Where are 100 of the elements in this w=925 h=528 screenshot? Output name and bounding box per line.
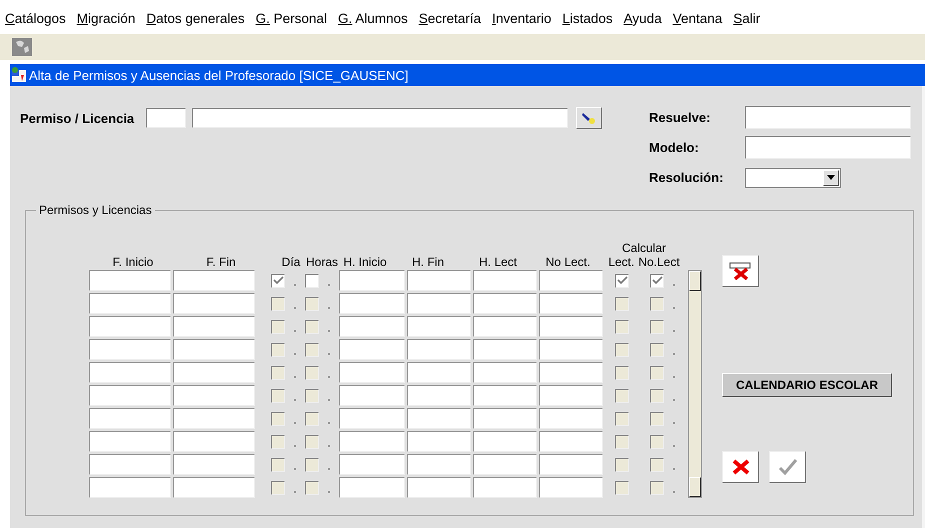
menu-item[interactable]: Salir — [733, 11, 760, 24]
menu-item[interactable]: Ayuda — [624, 11, 662, 24]
date-field[interactable] — [89, 431, 171, 452]
menu-item[interactable]: G. Personal — [256, 11, 327, 24]
date-field[interactable] — [89, 362, 171, 383]
time-field[interactable] — [339, 431, 405, 452]
hours-field[interactable] — [539, 431, 603, 452]
time-field[interactable] — [407, 477, 471, 498]
time-field[interactable] — [339, 385, 405, 406]
hours-field[interactable] — [473, 385, 537, 406]
field-label: Modelo: — [649, 140, 699, 155]
date-field[interactable] — [89, 339, 171, 360]
hours-field[interactable] — [473, 339, 537, 360]
description-field[interactable] — [192, 108, 568, 128]
menu-item[interactable]: Migración — [76, 11, 136, 24]
delete-record-button[interactable] — [722, 255, 759, 287]
time-field[interactable] — [407, 431, 471, 452]
time-field[interactable] — [339, 316, 405, 337]
hours-field[interactable] — [473, 293, 537, 314]
list-button[interactable] — [576, 107, 602, 129]
date-field[interactable] — [89, 454, 171, 475]
menu-item[interactable]: Catálogos — [5, 11, 66, 24]
time-field[interactable] — [407, 270, 471, 291]
date-field[interactable] — [89, 293, 171, 314]
field-label: Permiso / Licencia — [20, 110, 134, 126]
hours-field[interactable] — [539, 316, 603, 337]
date-field[interactable] — [173, 293, 255, 314]
hours-field[interactable] — [473, 362, 537, 383]
hours-field[interactable] — [539, 477, 603, 498]
date-field[interactable] — [173, 362, 255, 383]
column-header: Horas — [305, 255, 337, 269]
resolucion-dropdown[interactable] — [745, 168, 841, 188]
hours-field[interactable] — [539, 339, 603, 360]
time-field[interactable] — [339, 408, 405, 429]
calendar-button[interactable]: CALENDARIO ESCOLAR — [722, 373, 892, 397]
column-header: H. Lect — [478, 255, 518, 269]
delete-record-icon — [728, 262, 752, 280]
hours-field[interactable] — [473, 454, 537, 475]
date-field[interactable] — [89, 385, 171, 406]
date-field[interactable] — [173, 339, 255, 360]
date-field[interactable] — [173, 408, 255, 429]
globe-icon[interactable] — [12, 38, 32, 56]
time-field[interactable] — [407, 339, 471, 360]
modelo-field[interactable] — [745, 136, 911, 159]
time-field[interactable] — [339, 339, 405, 360]
hours-field[interactable] — [539, 293, 603, 314]
menu-item[interactable]: Inventario — [492, 11, 552, 24]
date-field[interactable] — [173, 316, 255, 337]
time-field[interactable] — [339, 270, 405, 291]
date-field[interactable] — [173, 385, 255, 406]
menu-item[interactable]: Ventana — [672, 11, 722, 24]
column-group-header: Calcular — [622, 241, 666, 255]
hours-field[interactable] — [539, 270, 603, 291]
hours-field[interactable] — [539, 385, 603, 406]
scrollbar[interactable] — [688, 270, 702, 498]
date-field[interactable] — [89, 477, 171, 498]
date-field[interactable] — [173, 270, 255, 291]
checkbox[interactable] — [305, 274, 319, 288]
time-field[interactable] — [407, 293, 471, 314]
date-field[interactable] — [173, 477, 255, 498]
date-field[interactable] — [89, 316, 171, 337]
window-title: Alta de Permisos y Ausencias del Profesorado [SICE_GAUSENC] — [29, 68, 408, 82]
field-label: Resuelve: — [649, 110, 710, 125]
checkbox[interactable] — [650, 274, 664, 288]
time-field[interactable] — [339, 454, 405, 475]
app-icon — [11, 67, 27, 83]
date-field[interactable] — [89, 408, 171, 429]
time-field[interactable] — [407, 454, 471, 475]
time-field[interactable] — [339, 362, 405, 383]
code-field[interactable] — [146, 108, 186, 128]
hours-field[interactable] — [473, 270, 537, 291]
hours-field[interactable] — [539, 408, 603, 429]
hours-field[interactable] — [539, 362, 603, 383]
checkbox[interactable] — [615, 274, 629, 288]
date-field[interactable] — [173, 431, 255, 452]
menu-item[interactable]: G. Alumnos — [338, 11, 408, 24]
menu-item[interactable]: Listados — [562, 11, 613, 24]
menu-item[interactable]: Secretaría — [418, 11, 482, 24]
time-field[interactable] — [407, 362, 471, 383]
cancel-button[interactable] — [722, 451, 759, 483]
time-field[interactable] — [339, 293, 405, 314]
field-label: Resolución: — [649, 170, 724, 185]
time-field[interactable] — [407, 385, 471, 406]
close-icon — [732, 459, 750, 475]
date-field[interactable] — [89, 270, 171, 291]
hours-field[interactable] — [539, 454, 603, 475]
time-field[interactable] — [407, 408, 471, 429]
hours-field[interactable] — [473, 408, 537, 429]
resuelve-field[interactable] — [745, 106, 911, 129]
time-field[interactable] — [339, 477, 405, 498]
column-header: H. Fin — [410, 255, 445, 269]
checkbox[interactable] — [271, 274, 285, 288]
column-header: F. Fin — [205, 255, 237, 269]
column-header: Día — [280, 255, 302, 269]
hours-field[interactable] — [473, 477, 537, 498]
hours-field[interactable] — [473, 431, 537, 452]
date-field[interactable] — [173, 454, 255, 475]
time-field[interactable] — [407, 316, 471, 337]
menu-item[interactable]: Datos generales — [146, 11, 245, 24]
hours-field[interactable] — [473, 316, 537, 337]
